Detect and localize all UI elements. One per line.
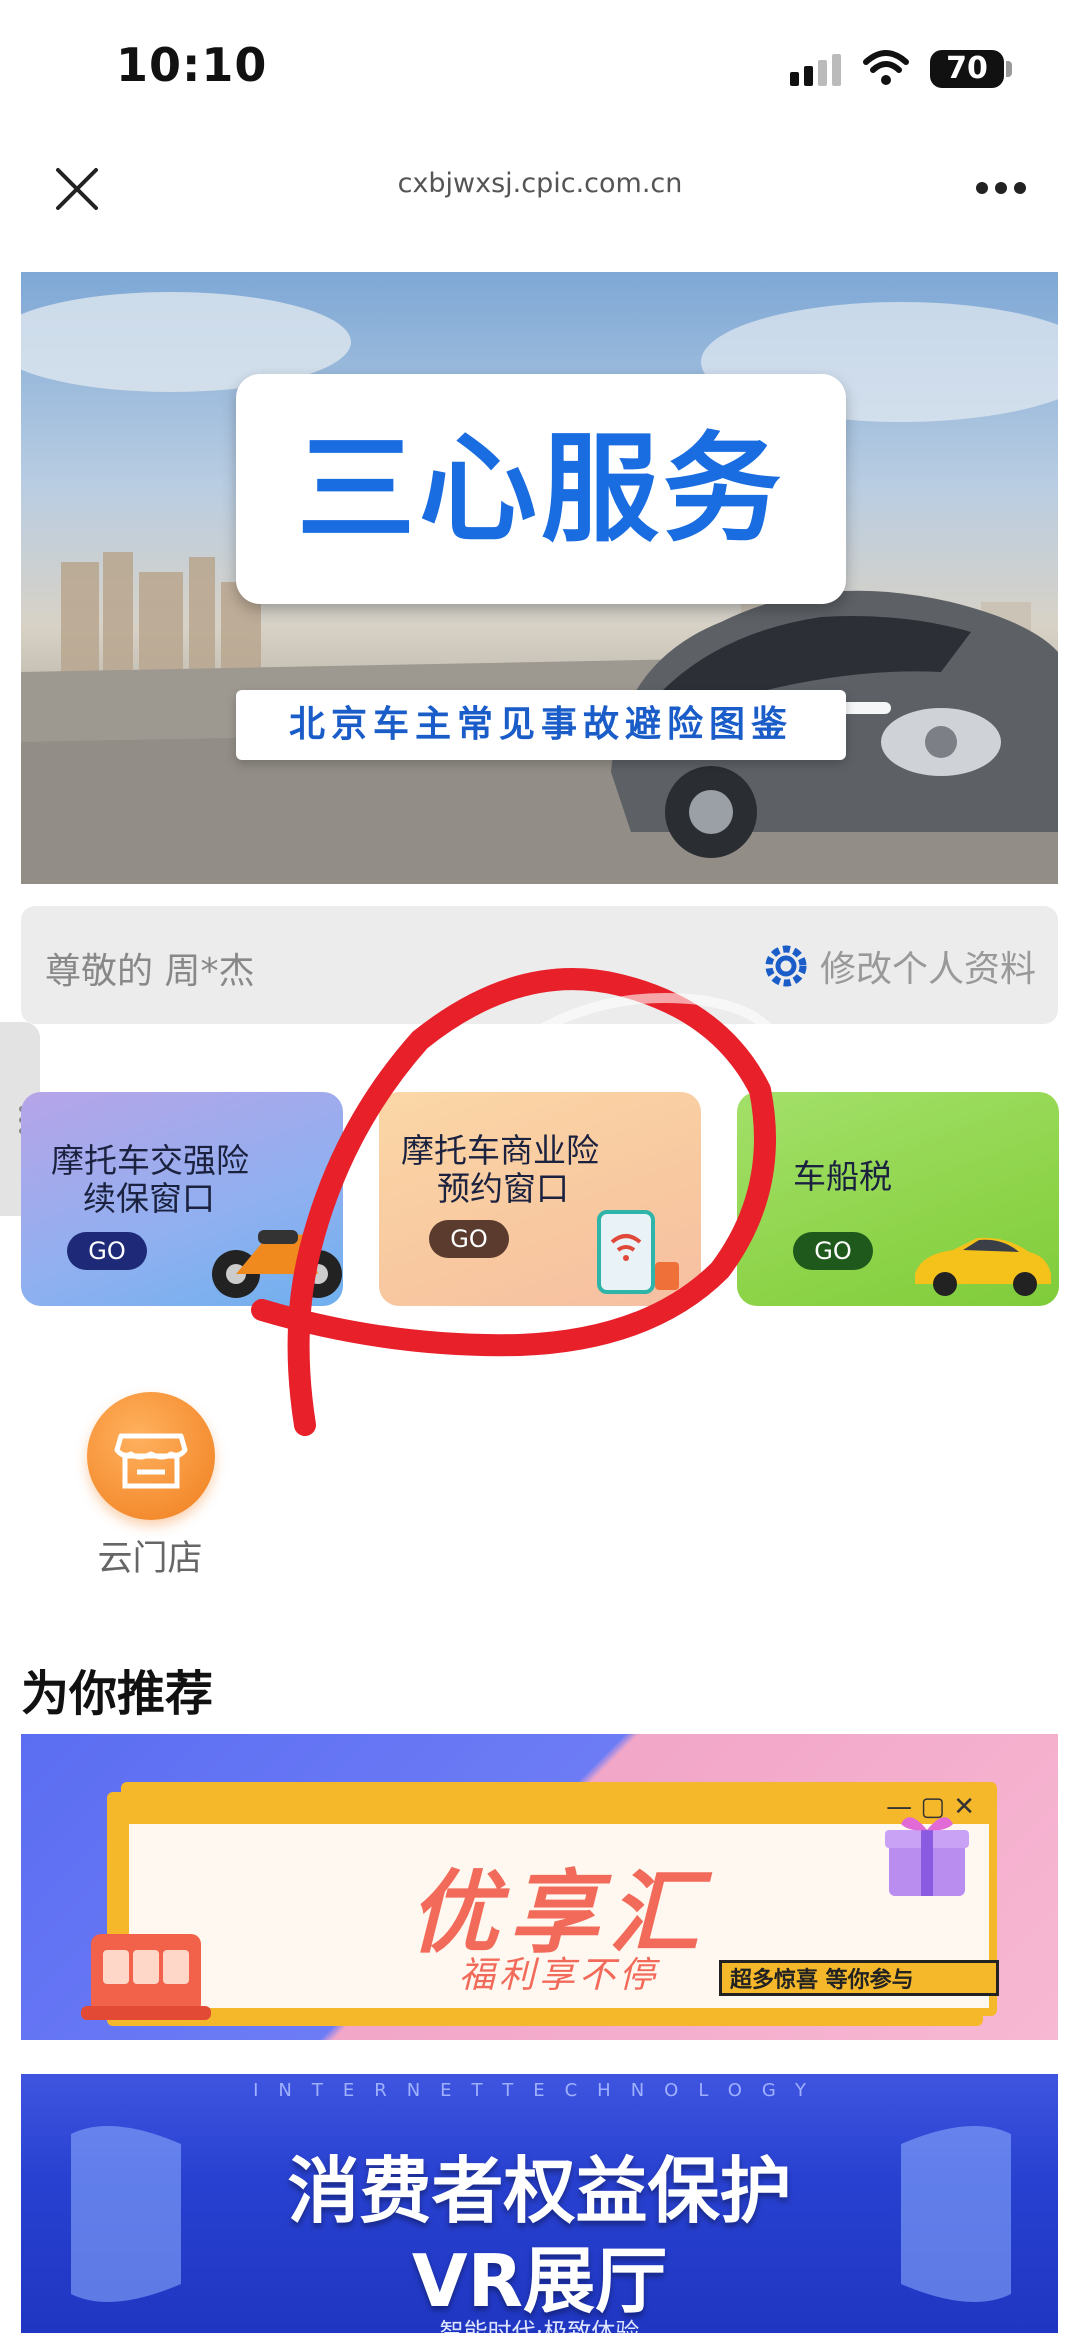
greeting-bar: 尊敬的 周*杰 修改个人资料	[21, 906, 1058, 1024]
card-label-line1: 摩托车交强险	[51, 1141, 249, 1180]
edit-profile-link[interactable]: 修改个人资料	[758, 938, 1036, 994]
hero-title: 三心服务	[296, 420, 785, 558]
card-motorcycle-commercial[interactable]: 摩托车商业险 预约窗口 GO	[379, 1092, 701, 1306]
hero-title-box: 三心服务	[236, 374, 846, 604]
promo-tag-text: 超多惊喜 等你参与	[730, 1968, 914, 1993]
promo-window: — ▢ ✕ 优享汇 福利享不停 超多惊喜 等你参与	[121, 1782, 999, 2016]
status-time: 10:10	[116, 38, 268, 92]
cloud-store-label: 云门店	[97, 1539, 203, 1579]
go-button[interactable]: GO	[67, 1232, 147, 1270]
card-label-line2: 预约窗口	[437, 1169, 569, 1208]
edit-profile-label: 修改个人资料	[819, 949, 1036, 990]
gift-icon	[885, 1817, 969, 1896]
card-label-line1: 摩托车商业险	[401, 1131, 599, 1170]
car-icon	[915, 1237, 1051, 1296]
hero-subtitle-box: 北京车主常见事故避险图鉴	[236, 690, 846, 760]
more-icon[interactable]	[974, 178, 1028, 198]
signal-icon	[790, 54, 841, 86]
hero-subtitle: 北京车主常见事故避险图鉴	[288, 704, 793, 745]
vr-subtitle: 智能时代·极致体验	[439, 2318, 640, 2333]
hero-banner[interactable]: 三心服务 北京车主常见事故避险图鉴	[21, 272, 1058, 884]
go-button[interactable]: GO	[793, 1232, 873, 1270]
greeting-text: 尊敬的 周*杰	[45, 951, 255, 992]
battery-icon: 70	[930, 50, 1004, 88]
store-icon	[114, 1433, 188, 1489]
card-vehicle-tax[interactable]: 车船税 GO	[737, 1092, 1059, 1306]
vr-hall-banner[interactable]: INTERNETTECHNOLOGY 消费者权益保护 VR展厅 智能时代·极致体…	[21, 2074, 1058, 2333]
card-motorcycle-compulsory[interactable]: 摩托车交强险 续保窗口 GO	[21, 1092, 343, 1306]
wifi-icon	[863, 50, 909, 85]
promo-banner[interactable]: — ▢ ✕ 优享汇 福利享不停 超多惊喜 等你参与	[21, 1734, 1058, 2040]
go-button[interactable]: GO	[429, 1220, 509, 1258]
card-label-line1: 车船税	[793, 1157, 892, 1196]
battery-tip	[1006, 61, 1012, 77]
motorcycle-icon	[212, 1230, 342, 1298]
card-label-line2: 续保窗口	[83, 1179, 215, 1218]
phone-wifi-icon	[597, 1210, 679, 1294]
page-url: cxbjwxsj.cpic.com.cn	[397, 168, 683, 199]
gear-icon	[765, 945, 807, 987]
promo-tag: 超多惊喜 等你参与	[719, 1960, 999, 1996]
promo-window-titlebar: — ▢ ✕	[129, 1790, 989, 1824]
cloud-store-button[interactable]	[87, 1392, 215, 1520]
vr-strip-text: INTERNETTECHNOLOGY	[253, 2080, 826, 2101]
section-title: 为你推荐	[21, 1666, 214, 1722]
slot-machine-icon	[81, 1934, 211, 2020]
